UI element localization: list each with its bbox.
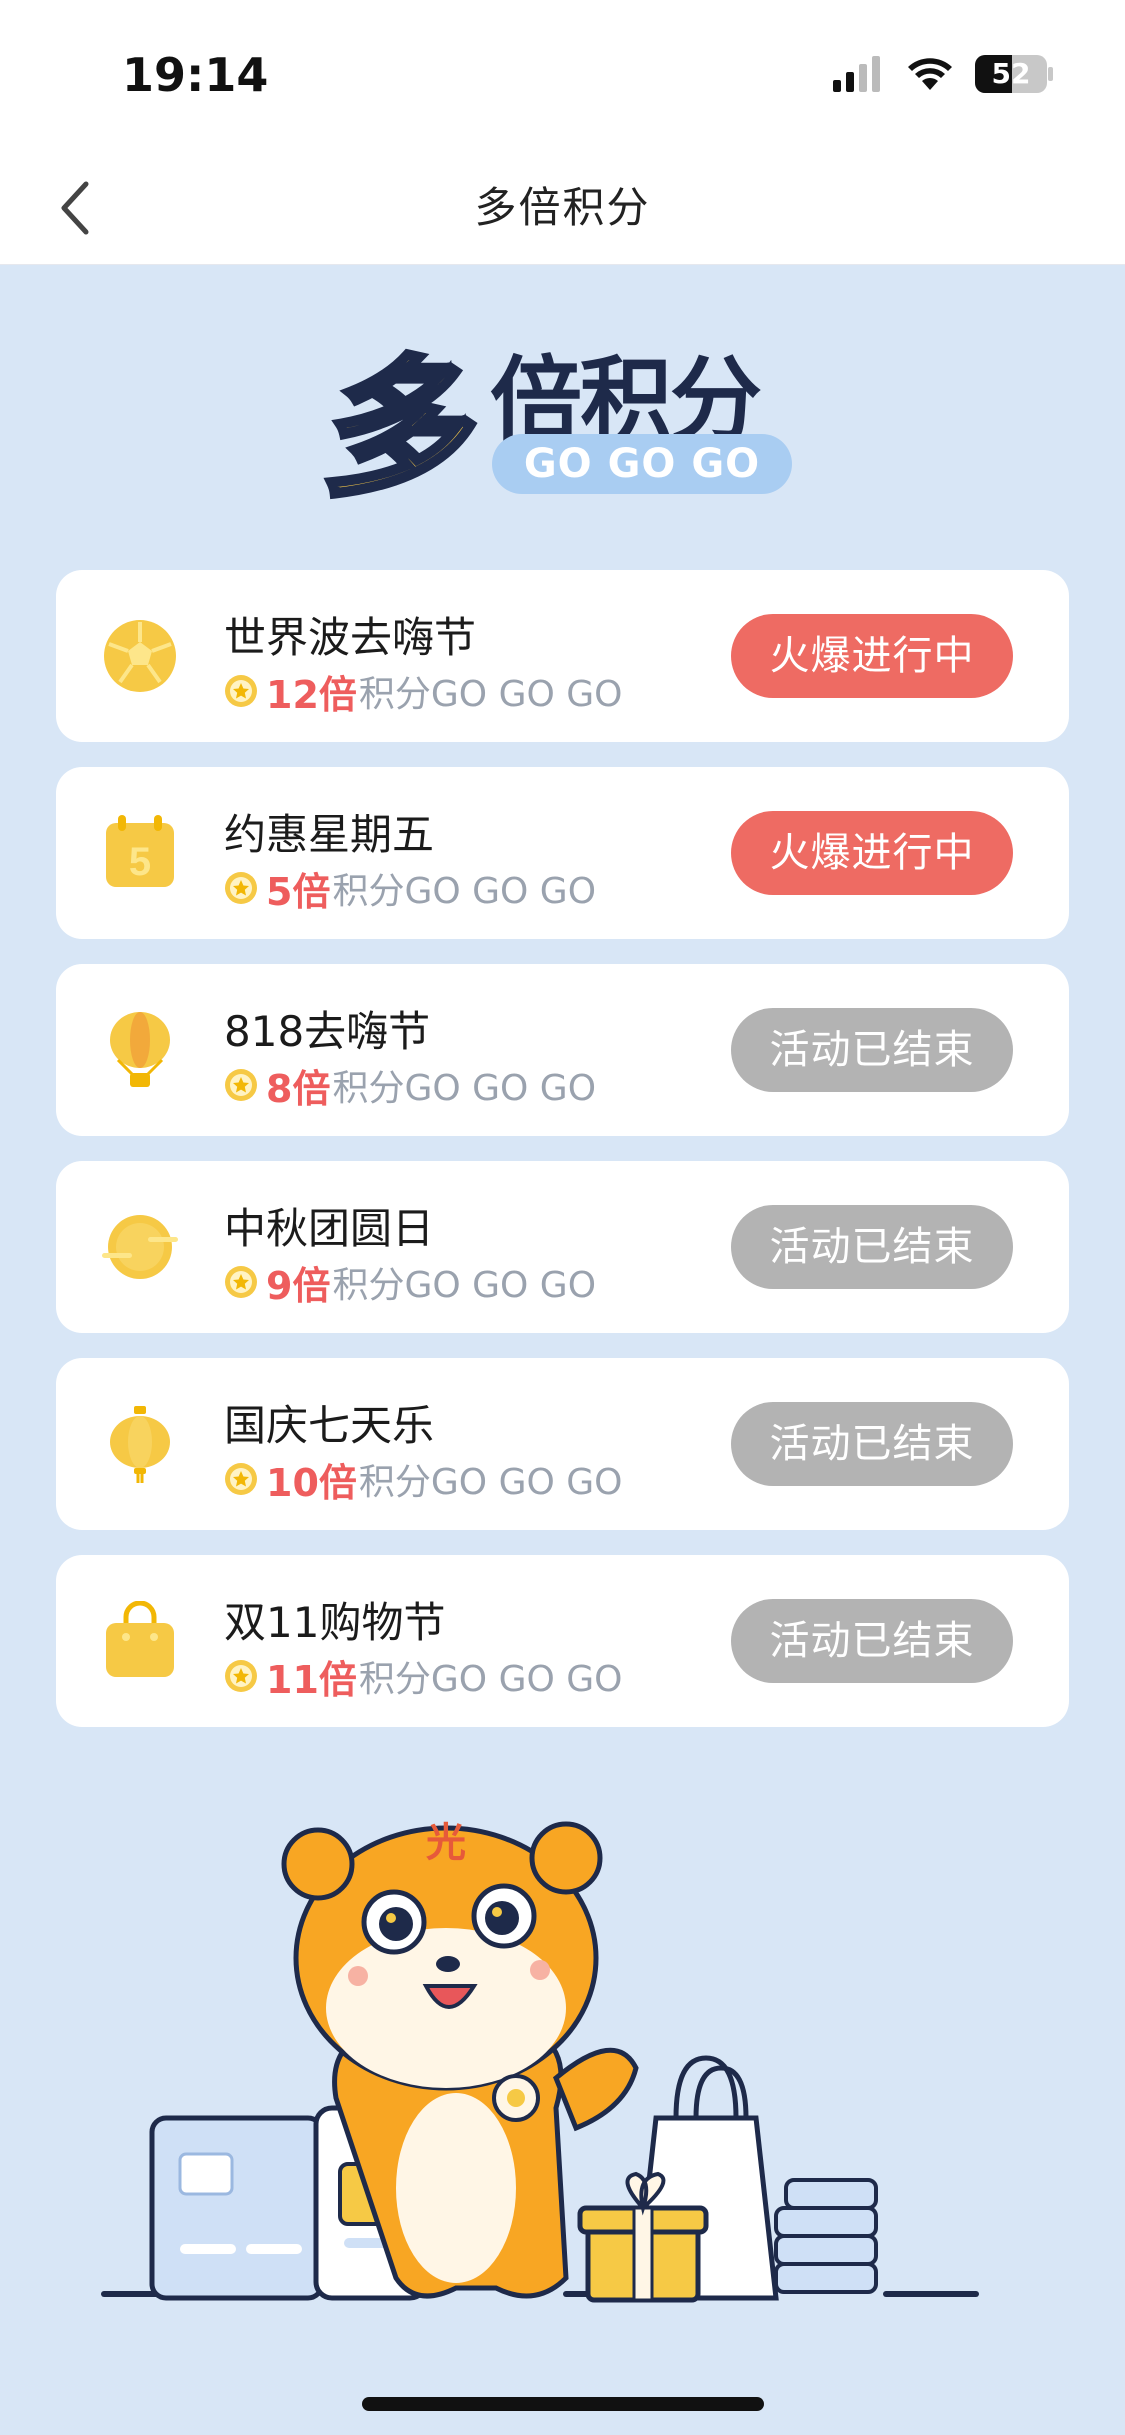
- activity-suffix: 积分GO GO GO: [332, 1068, 597, 1109]
- mascot-forehead-char: 光: [426, 1820, 466, 1866]
- activity-points: 9倍 积分GO GO GO: [224, 1257, 597, 1308]
- hero-pill: GO GO GO: [492, 434, 792, 494]
- star-coin-icon: [225, 1069, 257, 1101]
- activity-status-button[interactable]: 活动已结束: [731, 1205, 1013, 1289]
- activity-suffix: 积分GO GO GO: [358, 674, 623, 715]
- home-indicator: [362, 2397, 764, 2411]
- activity-points: 11倍 积分GO GO GO: [224, 1651, 623, 1702]
- activity-multiplier: 10倍: [266, 1460, 357, 1505]
- activity-name: 国庆七天乐: [224, 1401, 435, 1450]
- activity-points: 12倍 积分GO GO GO: [224, 666, 623, 717]
- activity-card[interactable]: 5 约惠星期五 5倍 积分GO GO GO 火爆进行中: [56, 767, 1069, 939]
- nav-bar: 多倍积分: [0, 150, 1125, 265]
- activity-points: 5倍 积分GO GO GO: [224, 863, 597, 914]
- activity-status-button[interactable]: 活动已结束: [731, 1402, 1013, 1486]
- activity-name: 818去嗨节: [224, 1007, 431, 1056]
- star-coin-icon: [225, 675, 257, 707]
- hero-logo: 多 倍积分 GO GO GO: [313, 318, 800, 520]
- activity-list: 世界波去嗨节 12倍 积分GO GO GO 火爆进行中 5 约惠星期五 5倍 积…: [56, 570, 1069, 1752]
- hero-first-char: 多: [313, 340, 493, 520]
- page-title: 多倍积分: [474, 183, 651, 232]
- status-bar: 19:14 52: [0, 0, 1125, 150]
- svg-text:5: 5: [129, 840, 151, 884]
- activity-suffix: 积分GO GO GO: [358, 1659, 623, 1700]
- activity-card[interactable]: 中秋团圆日 9倍 积分GO GO GO 活动已结束: [56, 1161, 1069, 1333]
- shopping-bag-icon: [106, 1601, 174, 1677]
- activity-suffix: 积分GO GO GO: [358, 1462, 623, 1503]
- activity-multiplier: 8倍: [266, 1066, 331, 1111]
- battery-level: 52: [991, 57, 1031, 90]
- calendar-5-icon: 5: [106, 815, 174, 887]
- battery-icon: 52: [975, 55, 1053, 93]
- activity-multiplier: 11倍: [266, 1657, 357, 1702]
- activity-name: 双11购物节: [224, 1598, 446, 1647]
- status-time: 19:14: [122, 48, 269, 102]
- activity-status-button[interactable]: 活动已结束: [731, 1008, 1013, 1092]
- activity-multiplier: 12倍: [266, 672, 357, 717]
- soccer-ball-icon: [104, 620, 176, 692]
- star-coin-icon: [225, 1463, 257, 1495]
- activity-card[interactable]: 世界波去嗨节 12倍 积分GO GO GO 火爆进行中: [56, 570, 1069, 742]
- cellular-signal-icon: [833, 56, 880, 92]
- star-coin-icon: [225, 1660, 257, 1692]
- lantern-icon: [110, 1406, 170, 1483]
- activity-multiplier: 5倍: [266, 869, 331, 914]
- activity-card[interactable]: 818去嗨节 8倍 积分GO GO GO 活动已结束: [56, 964, 1069, 1136]
- tiger-mascot-illustration: 光: [101, 1820, 979, 2303]
- star-coin-icon: [225, 1266, 257, 1298]
- hot-air-balloon-icon: [110, 1012, 170, 1087]
- activity-status-button[interactable]: 火爆进行中: [731, 811, 1013, 895]
- activity-suffix: 积分GO GO GO: [332, 871, 597, 912]
- activity-card[interactable]: 双11购物节 11倍 积分GO GO GO 活动已结束: [56, 1555, 1069, 1727]
- activity-status-button[interactable]: 活动已结束: [731, 1599, 1013, 1683]
- activity-name: 约惠星期五: [224, 810, 435, 859]
- activity-name: 中秋团圆日: [224, 1204, 435, 1253]
- star-coin-icon: [225, 872, 257, 904]
- moon-icon: [102, 1215, 178, 1279]
- activity-suffix: 积分GO GO GO: [332, 1265, 597, 1306]
- activity-points: 10倍 积分GO GO GO: [224, 1454, 623, 1505]
- status-icons: 52: [833, 54, 1053, 94]
- activity-status-button[interactable]: 火爆进行中: [731, 614, 1013, 698]
- activity-name: 世界波去嗨节: [224, 613, 477, 662]
- activity-multiplier: 9倍: [266, 1263, 331, 1308]
- activity-card[interactable]: 国庆七天乐 10倍 积分GO GO GO 活动已结束: [56, 1358, 1069, 1530]
- activity-points: 8倍 积分GO GO GO: [224, 1060, 597, 1111]
- wifi-icon: [908, 58, 952, 90]
